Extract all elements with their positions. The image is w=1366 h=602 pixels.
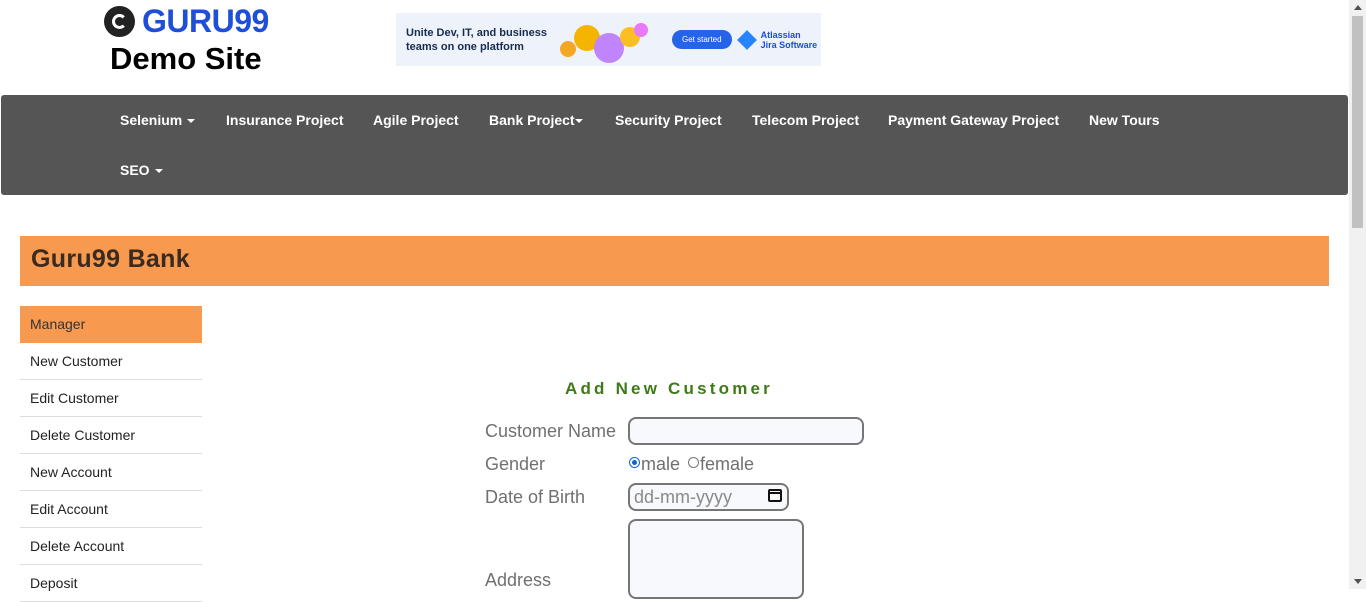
bank-title: Guru99 Bank [31, 245, 190, 273]
ad-banner[interactable]: Unite Dev, IT, and business teams on one… [396, 13, 821, 66]
customer-name-label: Customer Name [485, 421, 617, 441]
nav-seo[interactable]: SEO [120, 162, 163, 178]
ad-headline: Unite Dev, IT, and business teams on one… [406, 26, 547, 53]
site-title: Demo Site [110, 41, 262, 76]
jira-diamond-icon [736, 29, 757, 50]
ad-brand-line1: Atlassian [760, 29, 801, 40]
address-textarea[interactable] [628, 519, 804, 599]
gender-label: Gender [485, 454, 546, 474]
sidebar-item-new-account[interactable]: New Account [20, 454, 202, 491]
sidebar-item-edit-account[interactable]: Edit Account [20, 491, 202, 528]
scroll-down-arrow-icon[interactable] [1354, 579, 1362, 584]
sidebar-item-deposit[interactable]: Deposit [20, 565, 202, 602]
sidebar-item-delete-customer[interactable]: Delete Customer [20, 417, 202, 454]
scrollbar-thumb[interactable] [1352, 16, 1363, 228]
main-navbar: Selenium Insurance Project Agile Project… [1, 95, 1348, 195]
gender-male-radio[interactable] [629, 457, 640, 468]
address-label: Address [485, 570, 552, 590]
date-placeholder: dd-mm-yyyy [634, 487, 732, 507]
caret-down-icon [154, 169, 163, 174]
nav-telecom-project[interactable]: Telecom Project [752, 112, 859, 128]
ad-people-illustration [556, 13, 666, 66]
guru99-logo-icon [104, 5, 135, 37]
nav-seo-label: SEO [120, 162, 150, 178]
nav-bank-project[interactable]: Bank Project [489, 112, 583, 128]
page-scrollbar[interactable] [1349, 0, 1366, 589]
site-logo[interactable]: GURU99 [104, 2, 304, 39]
sidebar-item-delete-account[interactable]: Delete Account [20, 528, 202, 565]
nav-new-tours[interactable]: New Tours [1089, 112, 1160, 128]
nav-selenium[interactable]: Selenium [120, 112, 196, 128]
nav-agile-project[interactable]: Agile Project [373, 112, 459, 128]
nav-bank-project-label: Bank Project [489, 112, 575, 128]
sidebar-menu: Manager New Customer Edit Customer Delet… [20, 306, 202, 602]
gender-female-radio[interactable] [688, 457, 699, 468]
gender-male-label: male [641, 454, 681, 474]
caret-down-icon [187, 119, 196, 124]
date-of-birth-input[interactable]: dd-mm-yyyy [628, 483, 789, 511]
gender-female-label: female [700, 454, 755, 474]
calendar-icon[interactable] [768, 489, 782, 502]
ad-get-started-button[interactable]: Get started [672, 30, 732, 49]
nav-selenium-label: Selenium [120, 112, 183, 128]
form-title: Add New Customer [565, 379, 773, 398]
sidebar-item-edit-customer[interactable]: Edit Customer [20, 380, 202, 417]
logo-text: GURU99 [142, 2, 269, 39]
scroll-up-arrow-icon[interactable] [1354, 5, 1362, 10]
sidebar-item-manager[interactable]: Manager [20, 306, 202, 343]
sidebar-item-new-customer[interactable]: New Customer [20, 343, 202, 380]
nav-payment-gateway-project[interactable]: Payment Gateway Project [888, 112, 1059, 128]
customer-name-input[interactable] [628, 417, 864, 445]
ad-brand: Atlassian Jira Software [736, 29, 818, 50]
caret-down-icon [574, 119, 583, 124]
nav-insurance-project[interactable]: Insurance Project [226, 112, 344, 128]
ad-brand-line2: Jira Software [760, 39, 818, 50]
date-of-birth-label: Date of Birth [485, 487, 586, 507]
avatar [560, 41, 576, 57]
nav-security-project[interactable]: Security Project [615, 112, 722, 128]
avatar [634, 23, 648, 37]
bank-header: Guru99 Bank [20, 236, 1329, 286]
